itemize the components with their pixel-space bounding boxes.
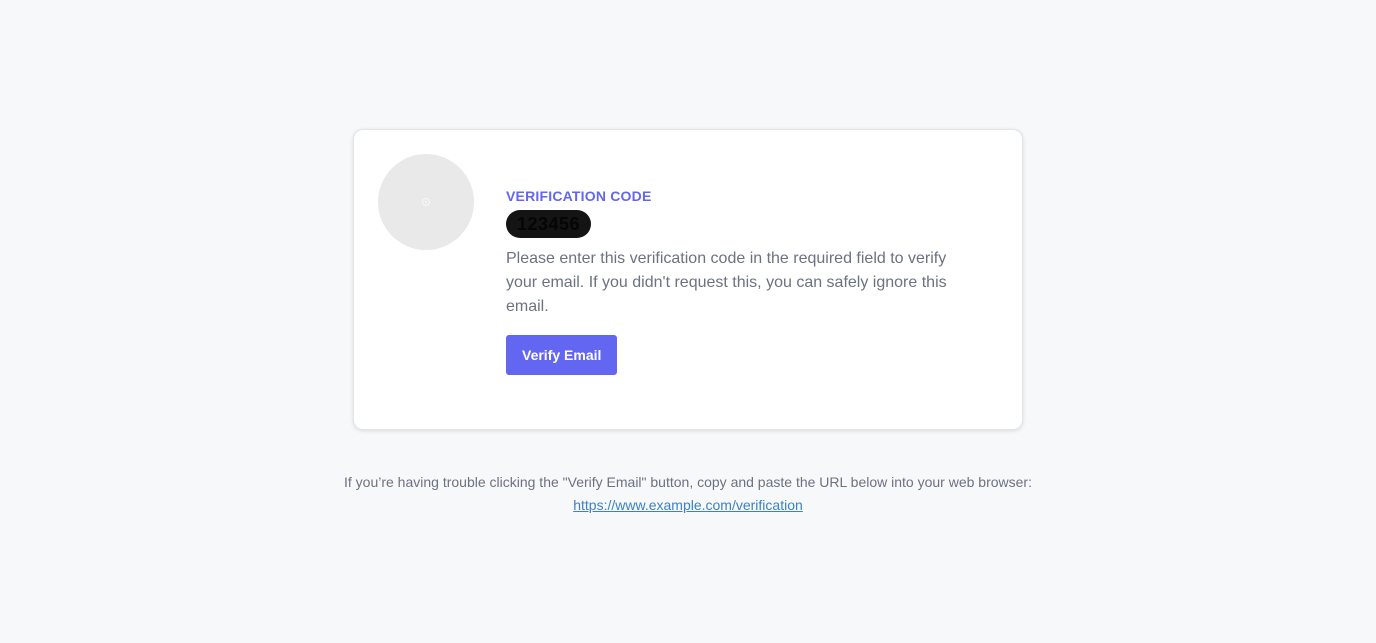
card-content: VERIFICATION CODE 123456 Please enter th… — [506, 187, 976, 375]
verification-url-link[interactable]: https://www.example.com/verification — [573, 497, 803, 513]
page: VERIFICATION CODE 123456 Please enter th… — [0, 0, 1376, 643]
avatar — [378, 154, 474, 250]
verify-email-button[interactable]: Verify Email — [506, 335, 618, 375]
footer-help-text: If you’re having trouble clicking the "V… — [343, 474, 1032, 490]
verification-code-label: VERIFICATION CODE — [506, 188, 652, 204]
verification-card: VERIFICATION CODE 123456 Please enter th… — [353, 129, 1023, 430]
verification-code-value: 123456 — [506, 210, 592, 238]
placeholder-avatar-icon — [422, 198, 430, 206]
footer: If you’re having trouble clicking the "V… — [0, 471, 1376, 517]
verification-message: Please enter this verification code in t… — [506, 250, 947, 315]
